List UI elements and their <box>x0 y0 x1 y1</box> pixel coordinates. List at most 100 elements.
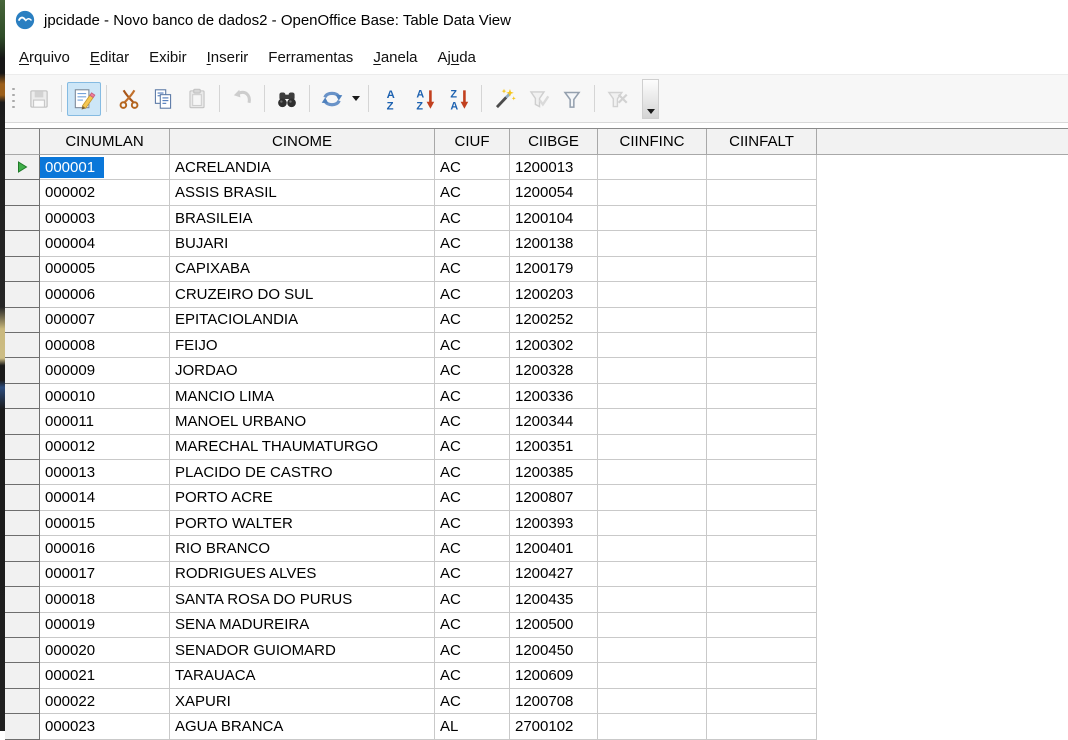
cell-ciinfalt[interactable] <box>707 714 817 739</box>
cell-ciuf[interactable]: AC <box>435 155 510 180</box>
cell-ciuf[interactable]: AC <box>435 333 510 358</box>
cell-ciinfinc[interactable] <box>598 180 707 205</box>
edit-data-icon[interactable] <box>67 82 101 116</box>
cell-cinumlan[interactable]: 000017 <box>40 562 170 587</box>
cell-ciinfalt[interactable] <box>707 409 817 434</box>
cell-cinumlan[interactable]: 000010 <box>40 384 170 409</box>
cell-cinome[interactable]: AGUA BRANCA <box>170 714 435 739</box>
cell-ciinfinc[interactable] <box>598 638 707 663</box>
row-header[interactable] <box>5 460 40 485</box>
row-header[interactable] <box>5 587 40 612</box>
cell-ciinfinc[interactable] <box>598 689 707 714</box>
cell-ciuf[interactable]: AC <box>435 282 510 307</box>
menu-janela[interactable]: Janela <box>363 45 427 70</box>
cell-cinumlan[interactable]: 000020 <box>40 638 170 663</box>
cell-ciibge[interactable]: 1200807 <box>510 485 598 510</box>
cell-ciuf[interactable]: AC <box>435 562 510 587</box>
row-header[interactable] <box>5 155 40 180</box>
cell-ciuf[interactable]: AC <box>435 435 510 460</box>
cell-cinumlan[interactable]: 000021 <box>40 663 170 688</box>
cell-cinome[interactable]: MANOEL URBANO <box>170 409 435 434</box>
cell-ciibge[interactable]: 1200054 <box>510 180 598 205</box>
cell-ciuf[interactable]: AC <box>435 485 510 510</box>
cell-cinome[interactable]: MARECHAL THAUMATURGO <box>170 435 435 460</box>
cell-ciinfinc[interactable] <box>598 333 707 358</box>
cell-ciibge[interactable]: 1200351 <box>510 435 598 460</box>
cell-ciinfinc[interactable] <box>598 282 707 307</box>
cell-ciibge[interactable]: 1200336 <box>510 384 598 409</box>
cell-cinome[interactable]: SENA MADUREIRA <box>170 613 435 638</box>
cell-cinumlan[interactable]: 000013 <box>40 460 170 485</box>
cell-ciinfalt[interactable] <box>707 155 817 180</box>
cell-ciinfalt[interactable] <box>707 180 817 205</box>
cell-cinumlan[interactable]: 000002 <box>40 180 170 205</box>
row-header[interactable] <box>5 308 40 333</box>
menu-exibir[interactable]: Exibir <box>139 45 197 70</box>
cell-ciinfalt[interactable] <box>707 689 817 714</box>
cell-ciinfalt[interactable] <box>707 206 817 231</box>
cell-cinome[interactable]: ACRELANDIA <box>170 155 435 180</box>
row-header[interactable] <box>5 536 40 561</box>
row-header[interactable] <box>5 613 40 638</box>
row-header[interactable] <box>5 714 40 739</box>
column-header-ciuf[interactable]: CIUF <box>435 129 510 155</box>
cell-ciinfalt[interactable] <box>707 485 817 510</box>
cell-ciinfalt[interactable] <box>707 638 817 663</box>
cell-cinome[interactable]: CAPIXABA <box>170 257 435 282</box>
cell-ciinfinc[interactable] <box>598 384 707 409</box>
cell-ciuf[interactable]: AC <box>435 689 510 714</box>
cell-ciinfalt[interactable] <box>707 257 817 282</box>
cell-cinome[interactable]: MANCIO LIMA <box>170 384 435 409</box>
cell-ciuf[interactable]: AC <box>435 536 510 561</box>
cell-ciinfinc[interactable] <box>598 714 707 739</box>
cell-ciibge[interactable]: 1200708 <box>510 689 598 714</box>
find-record-icon[interactable] <box>270 82 304 116</box>
row-header-corner[interactable] <box>5 129 40 155</box>
cell-ciinfalt[interactable] <box>707 536 817 561</box>
cell-ciibge[interactable]: 1200138 <box>510 231 598 256</box>
copy-icon[interactable] <box>146 82 180 116</box>
cell-ciinfinc[interactable] <box>598 435 707 460</box>
cell-ciinfalt[interactable] <box>707 231 817 256</box>
cell-ciinfalt[interactable] <box>707 282 817 307</box>
menu-editar[interactable]: Editar <box>80 45 139 70</box>
cell-ciinfalt[interactable] <box>707 308 817 333</box>
cell-cinome[interactable]: SENADOR GUIOMARD <box>170 638 435 663</box>
cell-ciuf[interactable]: AC <box>435 409 510 434</box>
row-header[interactable] <box>5 562 40 587</box>
cell-ciibge[interactable]: 1200427 <box>510 562 598 587</box>
cell-ciinfinc[interactable] <box>598 485 707 510</box>
cell-cinome[interactable]: EPITACIOLANDIA <box>170 308 435 333</box>
row-header[interactable] <box>5 333 40 358</box>
row-header[interactable] <box>5 231 40 256</box>
cell-cinumlan[interactable]: 000012 <box>40 435 170 460</box>
cell-cinumlan[interactable]: 000014 <box>40 485 170 510</box>
cell-ciinfalt[interactable] <box>707 663 817 688</box>
cell-ciibge[interactable]: 1200435 <box>510 587 598 612</box>
row-header[interactable] <box>5 358 40 383</box>
cell-ciibge[interactable]: 1200013 <box>510 155 598 180</box>
cell-ciuf[interactable]: AL <box>435 714 510 739</box>
menu-ferramentas[interactable]: Ferramentas <box>258 45 363 70</box>
cell-cinumlan[interactable]: 000019 <box>40 613 170 638</box>
cell-ciuf[interactable]: AC <box>435 384 510 409</box>
cell-ciibge[interactable]: 1200203 <box>510 282 598 307</box>
cell-cinumlan[interactable]: 000007 <box>40 308 170 333</box>
cell-ciuf[interactable]: AC <box>435 587 510 612</box>
refresh-icon[interactable] <box>315 82 349 116</box>
column-header-cinome[interactable]: CINOME <box>170 129 435 155</box>
cell-ciinfinc[interactable] <box>598 587 707 612</box>
refresh-dropdown-caret[interactable] <box>349 82 363 116</box>
cell-cinumlan[interactable]: 000009 <box>40 358 170 383</box>
cell-ciibge[interactable]: 1200401 <box>510 536 598 561</box>
cell-ciuf[interactable]: AC <box>435 638 510 663</box>
menu-inserir[interactable]: Inserir <box>197 45 259 70</box>
row-header[interactable] <box>5 689 40 714</box>
cut-icon[interactable] <box>112 82 146 116</box>
cell-ciinfinc[interactable] <box>598 409 707 434</box>
cell-cinumlan[interactable]: 000018 <box>40 587 170 612</box>
cell-cinumlan[interactable]: 000005 <box>40 257 170 282</box>
cell-ciibge[interactable]: 1200609 <box>510 663 598 688</box>
cell-cinumlan[interactable]: 000008 <box>40 333 170 358</box>
cell-ciinfinc[interactable] <box>598 358 707 383</box>
